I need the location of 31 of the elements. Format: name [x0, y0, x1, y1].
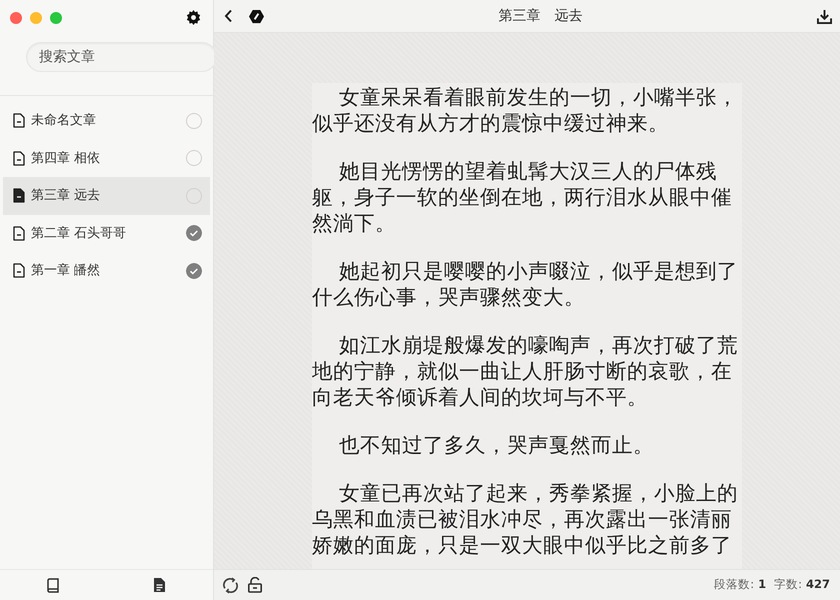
paragraph: 她目光愣愣的望着虬髯大汉三人的尸体残躯，身子一软的坐倒在地，两行泪水从眼中催然淌下。	[312, 158, 733, 236]
book-icon[interactable]	[46, 578, 60, 592]
paragraph-count: 1	[758, 576, 766, 594]
article-item[interactable]: 第三章 远去	[3, 177, 210, 214]
paragraph: 她起初只是嘤嘤的小声啜泣，似乎是想到了什么伤心事，哭声骤然变大。	[312, 258, 739, 310]
article-item[interactable]: 未命名文章	[3, 102, 210, 140]
paragraph: 女童已再次站了起来，秀拳紧握，小脸上的乌黑和血渍已被泪水冲尽，再次露出一张清丽娇嫩的面庞，只是一双大眼中似乎比之前多了	[312, 480, 739, 558]
window-control[interactable]	[10, 12, 22, 24]
back-icon[interactable]	[224, 9, 233, 23]
paragraph: 如江水崩堤般爆发的嚎啕声，再次打破了荒地的宁静，就似一曲让人肝肠寸断的哀歌，在向老天爷倾诉着人间的坎坷与不平。	[312, 332, 739, 410]
paragraph-count-label: 段落数:	[714, 576, 754, 594]
hexagon-icon[interactable]	[249, 8, 264, 24]
paragraph: 也不知过了多久，哭声戛然而止。	[338, 432, 655, 458]
article-item[interactable]: 第四章 相依	[3, 140, 210, 177]
settings-icon[interactable]	[186, 10, 201, 25]
article-item[interactable]: 第二章 石头哥哥	[3, 214, 210, 252]
document-icon	[13, 113, 25, 128]
document-icon	[13, 263, 25, 278]
word-count: 427	[806, 576, 830, 594]
download-icon[interactable]	[817, 8, 832, 24]
chapter-title: 第三章 远去	[498, 6, 584, 26]
document-icon	[13, 226, 25, 241]
search-field[interactable]: 搜索文章	[26, 42, 217, 72]
article-item[interactable]: 第一章 皤然	[3, 252, 210, 290]
word-count-label: 字数:	[774, 576, 802, 594]
document-icon	[13, 188, 25, 204]
paragraph: 女童呆呆看着眼前发生的一切，小嘴半张，似乎还没有从方才的震惊中缓过神来。	[312, 84, 739, 136]
sync-icon[interactable]	[222, 576, 239, 594]
document-icon[interactable]	[153, 577, 166, 593]
unlock-icon[interactable]	[247, 577, 263, 593]
document-icon	[13, 150, 25, 166]
